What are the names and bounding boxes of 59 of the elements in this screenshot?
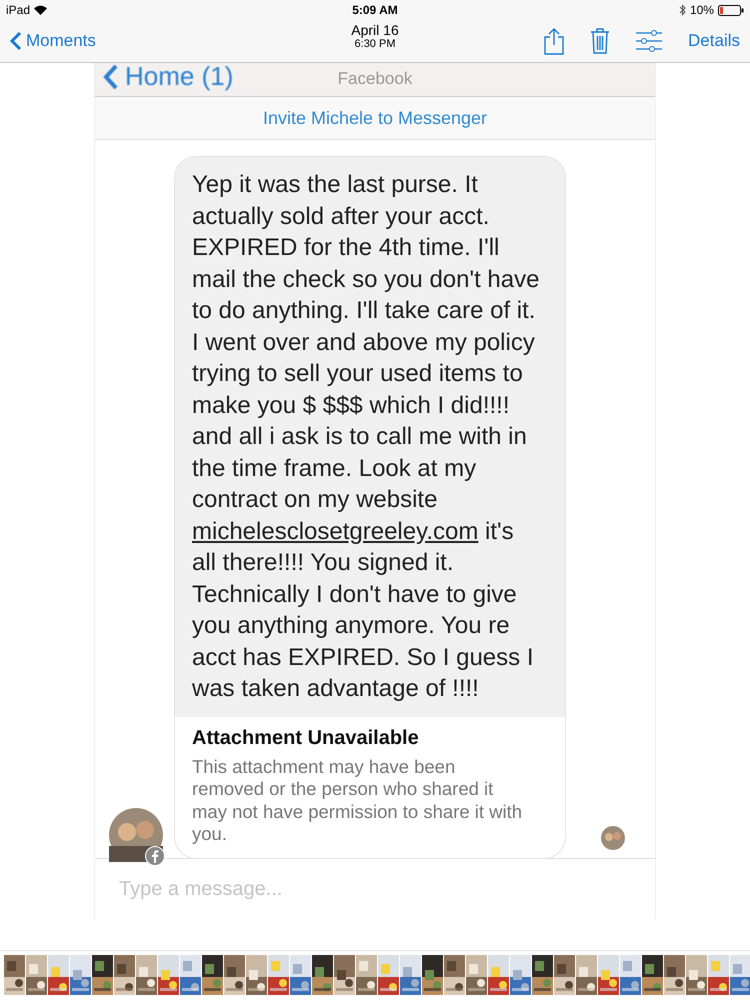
back-button[interactable]: Moments bbox=[10, 31, 96, 51]
photo-thumbnail[interactable] bbox=[466, 955, 487, 995]
photo-thumbnail[interactable] bbox=[642, 955, 663, 995]
photo-thumbnail[interactable] bbox=[136, 955, 157, 995]
photo-thumbnail[interactable] bbox=[202, 955, 223, 995]
photo-thumbnail[interactable] bbox=[664, 955, 685, 995]
photo-thumbnail[interactable] bbox=[114, 955, 135, 995]
chevron-icon bbox=[10, 31, 22, 51]
photo-date: April 16 bbox=[351, 22, 399, 38]
photo-thumbnail[interactable] bbox=[268, 955, 289, 995]
trash-icon[interactable] bbox=[590, 28, 610, 54]
photo-thumbnail[interactable] bbox=[48, 955, 69, 995]
photo-thumbnail[interactable] bbox=[532, 955, 553, 995]
photo-thumbnail[interactable] bbox=[92, 955, 113, 995]
home-link[interactable]: Home (1) bbox=[125, 63, 234, 92]
photo-thumbnail[interactable] bbox=[70, 955, 91, 995]
photo-thumbnail[interactable] bbox=[422, 955, 443, 995]
photo-thumbnail[interactable] bbox=[400, 955, 421, 995]
bluetooth-icon bbox=[678, 4, 686, 16]
clock: 5:09 AM bbox=[352, 3, 398, 17]
device-name: iPad bbox=[6, 3, 30, 17]
avatar bbox=[601, 826, 625, 850]
details-button[interactable]: Details bbox=[688, 31, 740, 51]
photo-thumbnail[interactable] bbox=[224, 955, 245, 995]
photo-thumbnail[interactable] bbox=[488, 955, 509, 995]
photo-thumbnail[interactable] bbox=[158, 955, 179, 995]
photo-thumbnail[interactable] bbox=[708, 955, 729, 995]
avatar bbox=[109, 808, 163, 862]
source-title: Facebook bbox=[338, 69, 412, 88]
wifi-icon bbox=[34, 5, 48, 15]
photo-thumbnail[interactable] bbox=[598, 955, 619, 995]
facebook-icon bbox=[145, 846, 165, 866]
photo-thumbnail[interactable] bbox=[356, 955, 377, 995]
message-text: Yep it was the last purse. It actually sold after your acct. EXPIRED for the 4th time. I'll mail the check so you don't have to do anything. I'll take care of it. I went over and above my policy trying to sell your used items to make you $ $$$ which I did!!!! and all i ask is to call me with in the time frame. Look at my contract on my website michelesclosetgreeley.com it's all there!!!! You signed it. Technically I don't have to give you anything anymore. You re acct has EXPIRED. So I guess I was taken advantage of !!!! bbox=[175, 157, 565, 716]
photo-thumbnail[interactable] bbox=[510, 955, 531, 995]
photo-thumbnail[interactable] bbox=[730, 955, 750, 995]
battery-icon bbox=[718, 4, 744, 16]
adjustments-icon[interactable] bbox=[636, 30, 662, 52]
photo-thumbnail[interactable] bbox=[4, 955, 25, 995]
photo-thumbnail[interactable] bbox=[180, 955, 201, 995]
attachment-title: Attachment Unavailable bbox=[192, 726, 420, 750]
photo-thumbnail[interactable] bbox=[686, 955, 707, 995]
chevron-icon bbox=[103, 64, 119, 90]
photo-thumbnail[interactable] bbox=[290, 955, 311, 995]
photo-time: 6:30 PM bbox=[354, 38, 396, 50]
photo-thumbnail[interactable] bbox=[26, 955, 47, 995]
battery-percent: 10% bbox=[690, 3, 714, 17]
photo-thumbnail[interactable] bbox=[444, 955, 465, 995]
website-link[interactable]: michelesclosetgreeley.com bbox=[192, 518, 478, 544]
photo-thumbnail[interactable] bbox=[576, 955, 597, 995]
photo-thumbnail[interactable] bbox=[378, 955, 399, 995]
photo-thumbnail[interactable] bbox=[620, 955, 641, 995]
photo-thumbnail[interactable] bbox=[554, 955, 575, 995]
photo-thumbnail[interactable] bbox=[312, 955, 333, 995]
share-icon[interactable] bbox=[544, 28, 564, 54]
photo-thumbnail[interactable] bbox=[334, 955, 355, 995]
message-input[interactable]: Type a message... bbox=[117, 876, 633, 902]
photo-thumbnail[interactable] bbox=[246, 955, 267, 995]
attachment-text: This attachment may have been removed or the person who shared it may not have permission to share it with you. bbox=[192, 756, 524, 846]
